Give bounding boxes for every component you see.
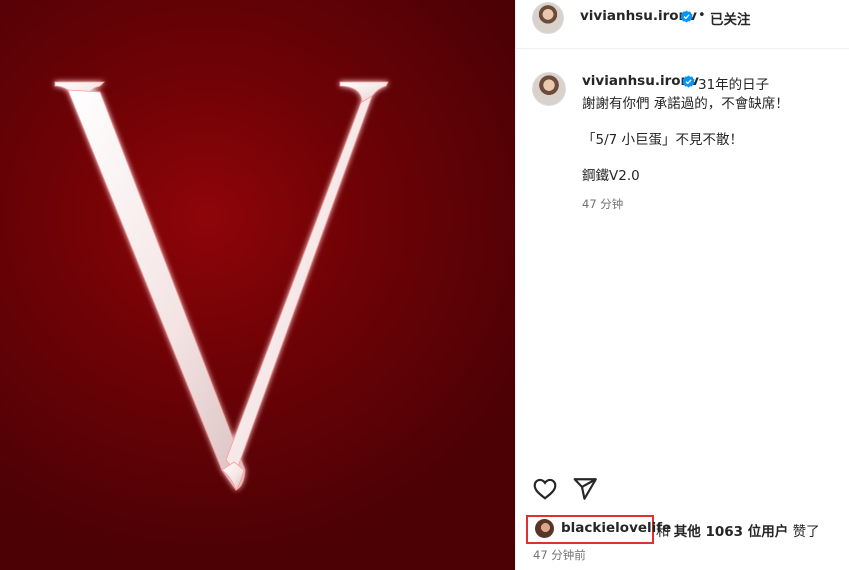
caption-line-4: 鋼鐵V2.0 [582, 168, 640, 184]
post-header: vivianhsu.ironv • 已关注 [516, 0, 849, 49]
verified-badge-icon [680, 10, 693, 23]
likes-and-text: 和 [656, 524, 670, 540]
separator-dot: • [698, 8, 706, 23]
share-button[interactable] [572, 476, 598, 502]
liker-avatar[interactable] [535, 519, 554, 538]
likes-summary[interactable]: 和 其他 1063 位用户 赞了 [656, 520, 820, 540]
liker-username[interactable]: blackielovelife [561, 520, 671, 536]
v-letter-graphic [54, 81, 389, 491]
caption-line-2: 謝謝有你們 承諾過的，不會缺席！ [582, 96, 789, 112]
likes-others-count[interactable]: 其他 1063 位用户 [674, 524, 788, 540]
following-button[interactable]: 已关注 [710, 8, 751, 28]
verified-badge-icon [682, 75, 695, 88]
like-button[interactable] [532, 476, 558, 502]
caption-time[interactable]: 47 分钟 [582, 196, 623, 212]
post-timestamp[interactable]: 47 分钟前 [533, 547, 586, 563]
likes-liked-text: 赞了 [792, 524, 820, 540]
caption-line-3: 「5/7 小巨蛋」不見不散！ [582, 132, 744, 148]
caption-author-avatar[interactable] [532, 72, 566, 106]
post-image[interactable] [0, 0, 515, 570]
send-icon [573, 478, 597, 500]
author-avatar[interactable] [532, 2, 564, 34]
post-details-panel: vivianhsu.ironv • 已关注 vivianhsu.ironv 31… [515, 0, 849, 570]
heart-icon [533, 478, 557, 500]
caption-line-1: 31年的日子 [698, 77, 770, 93]
